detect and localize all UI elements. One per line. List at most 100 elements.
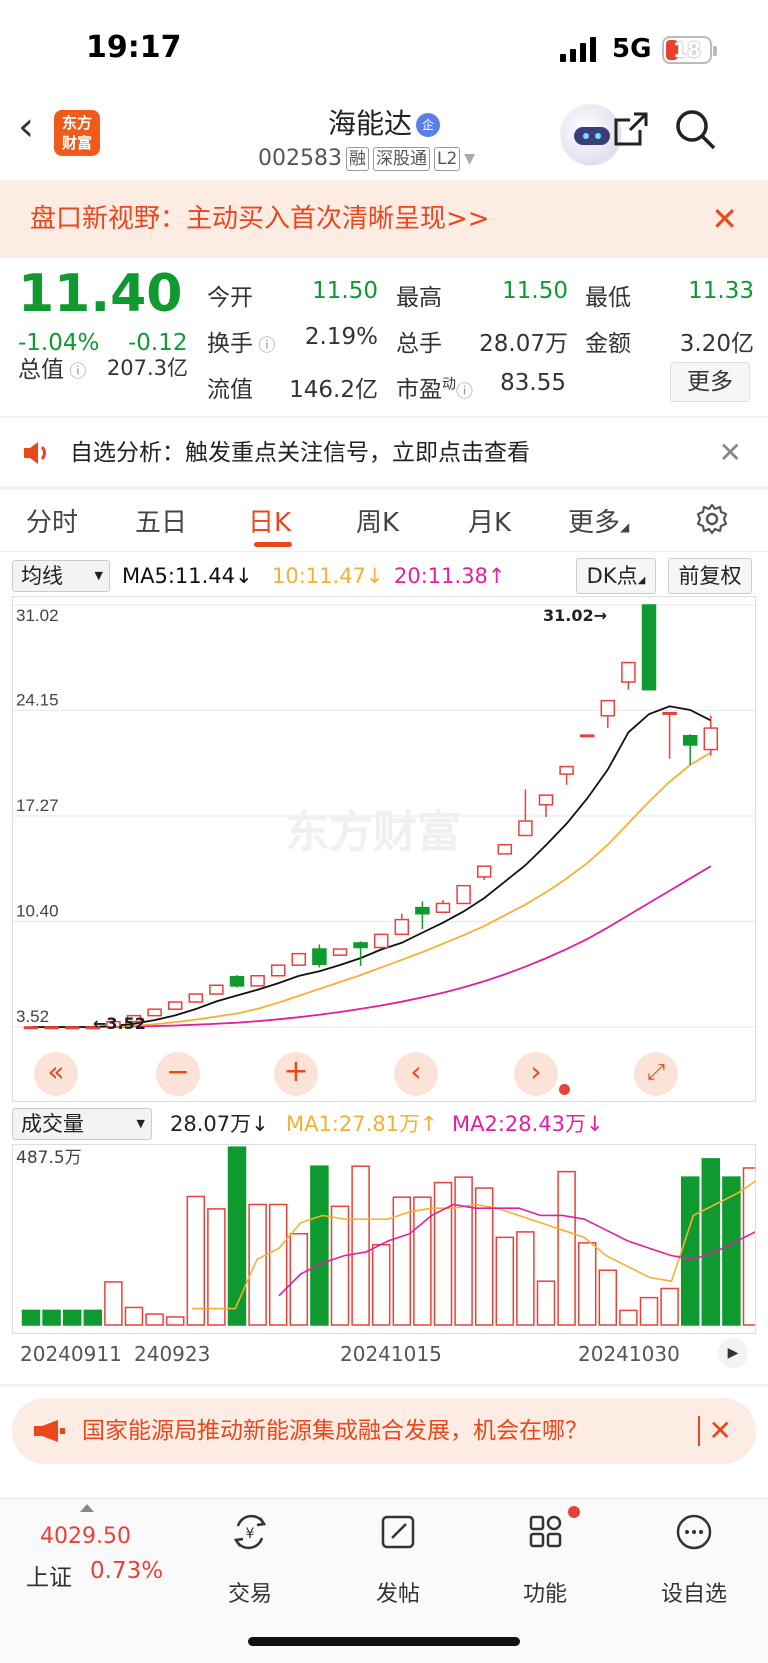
watermark: 东方财富 <box>285 807 461 858</box>
mktcap-value: 207.3亿 <box>106 356 188 380</box>
next-icon[interactable]: › <box>514 1052 558 1096</box>
news-ad-banner[interactable]: 国家能源局推动新能源集成融合发展，机会在哪？ ✕ <box>12 1398 756 1464</box>
close-icon[interactable]: ✕ <box>709 1398 732 1464</box>
volume-bar <box>639 1296 659 1326</box>
settings-gear-icon[interactable] <box>695 502 729 536</box>
candle-body <box>291 952 307 966</box>
volume-chart[interactable]: 487.5万 <box>12 1144 762 1334</box>
share-icon[interactable] <box>610 108 652 150</box>
index-percent[interactable]: 0.73% <box>90 1558 163 1584</box>
status-bar: 19:17 5G 18 <box>0 0 768 100</box>
date-label: 20241015 <box>340 1342 442 1366</box>
adjust-button[interactable]: 前复权 <box>668 558 752 594</box>
ma5-line <box>31 705 712 1028</box>
fullscreen-icon[interactable]: ⤢ <box>634 1052 678 1096</box>
candle-body <box>703 727 719 751</box>
post-icon[interactable] <box>378 1512 418 1552</box>
ma10-value: 10:11.47↓ <box>272 564 384 588</box>
scroll-right-icon[interactable]: ▶ <box>718 1338 748 1368</box>
megaphone-icon <box>34 1420 65 1442</box>
volume-legend: 成交量 ▼ 28.07万↓ MA1:27.81万↑ MA2:28.43万↓ <box>0 1104 768 1144</box>
candle-body <box>270 964 286 977</box>
svg-text:¥: ¥ <box>246 1526 255 1542</box>
date-axis: 20240911 240923 20241015 20241030 ▶ <box>0 1334 768 1374</box>
tab-more[interactable]: 更多◢ <box>568 502 629 539</box>
volume-bar <box>680 1176 700 1326</box>
volume-select[interactable]: 成交量 ▼ <box>12 1108 152 1140</box>
low-label: 最低 <box>585 285 631 311</box>
amount-value: 3.20亿 <box>679 331 754 357</box>
nav-add-watchlist[interactable]: 设自选 <box>644 1576 744 1608</box>
candle-body <box>662 711 677 715</box>
kline-chart[interactable]: 31.02 24.15 17.27 10.40 3.52 东方财富 31.02→ ←3.52 <box>12 596 756 1102</box>
candle-body <box>167 1001 183 1010</box>
search-icon[interactable] <box>674 108 718 152</box>
battery-icon: 18 <box>662 36 717 64</box>
promo-banner[interactable]: 盘口新视野：主动买入首次清晰呈现>> ✕ <box>0 180 768 258</box>
y-tick-label: 3.52 <box>16 1007 49 1026</box>
volume-bar <box>207 1208 226 1326</box>
close-icon[interactable]: ✕ <box>711 180 738 258</box>
date-label: 20241030 <box>578 1342 680 1366</box>
more-button[interactable]: 更多 <box>670 362 750 402</box>
volume-bar <box>371 1243 391 1326</box>
signal-icon <box>560 36 596 62</box>
candle-body <box>435 902 451 913</box>
high-label: 最高 <box>396 285 442 311</box>
functions-icon[interactable] <box>526 1512 566 1552</box>
tab-5day[interactable]: 五日 <box>135 502 187 539</box>
volume-bar <box>619 1309 638 1326</box>
zoom-out-icon[interactable]: − <box>156 1052 200 1096</box>
nav-trade[interactable]: 交易 <box>200 1576 300 1608</box>
volume-bar <box>577 1242 597 1326</box>
close-icon[interactable]: ✕ <box>719 420 742 486</box>
index-value[interactable]: 4029.50 <box>40 1524 131 1549</box>
dk-point-button[interactable]: DK点◢ <box>576 558 656 594</box>
stock-subtitle[interactable]: 002583 融 深股通 L2 ▼ <box>258 146 475 171</box>
zoom-in-icon[interactable]: + <box>274 1052 318 1096</box>
open-value: 11.50 <box>312 278 378 304</box>
tab-daily-k[interactable]: 日K <box>248 502 291 539</box>
float-label: 流值 <box>207 377 253 403</box>
candle-body <box>188 993 204 1003</box>
indicator-select[interactable]: 均线 ▼ <box>12 560 110 592</box>
amount-label: 金额 <box>585 331 631 357</box>
candle-body <box>373 933 389 949</box>
ma20-value: 20:11.38↑ <box>394 564 506 588</box>
ma10-line <box>31 751 712 1028</box>
candle-body <box>147 1008 162 1017</box>
volume-bar <box>433 1181 453 1326</box>
candle-body <box>476 865 492 878</box>
volume-bar <box>248 1203 267 1326</box>
volume-bar <box>454 1176 473 1326</box>
volume-label: 总手 <box>396 331 442 357</box>
ma-legend: 均线 ▼ MA5:11.44↓ 10:11.47↓ 20:11.38↑ DK点◢ … <box>0 556 768 596</box>
notification-dot <box>568 1506 580 1518</box>
promo-banner-text: 盘口新视野：主动买入首次清晰呈现>> <box>30 204 490 234</box>
qi-badge: 企 <box>416 113 440 137</box>
turnover-label: 换手 ⓘ <box>207 331 276 357</box>
open-label: 今开 <box>207 285 253 311</box>
expand-up-icon[interactable] <box>80 1504 94 1512</box>
watchlist-alert[interactable]: 自选分析：触发重点关注信号，立即点击查看 <box>0 420 768 486</box>
tab-monthly-k[interactable]: 月K <box>468 502 511 539</box>
trade-icon[interactable]: ¥ <box>230 1512 270 1552</box>
dropdown-icon: ▼ <box>464 150 476 167</box>
volume-bar <box>557 1170 576 1326</box>
kline-svg: 31.02 24.15 17.27 10.40 3.52 东方财富 31.02→ ←3.52 <box>13 604 755 1033</box>
prev-icon[interactable]: ‹ <box>394 1052 438 1096</box>
candle-body <box>229 975 245 987</box>
nav-functions[interactable]: 功能 <box>495 1576 595 1608</box>
volume-bar <box>516 1231 535 1326</box>
min-price-label: ←3.52 <box>93 1014 146 1033</box>
candle-body <box>64 1026 80 1030</box>
more-dots-icon[interactable] <box>674 1512 714 1552</box>
stock-name: 海能达 <box>327 107 412 140</box>
candle-body <box>518 820 533 837</box>
rewind-icon[interactable]: « <box>34 1052 78 1096</box>
tab-weekly-k[interactable]: 周K <box>356 502 399 539</box>
tab-intraday[interactable]: 分时 <box>26 502 78 539</box>
index-name[interactable]: 上证 <box>26 1558 72 1592</box>
date-label: 20240911 <box>20 1342 122 1366</box>
nav-post[interactable]: 发帖 <box>348 1576 448 1608</box>
